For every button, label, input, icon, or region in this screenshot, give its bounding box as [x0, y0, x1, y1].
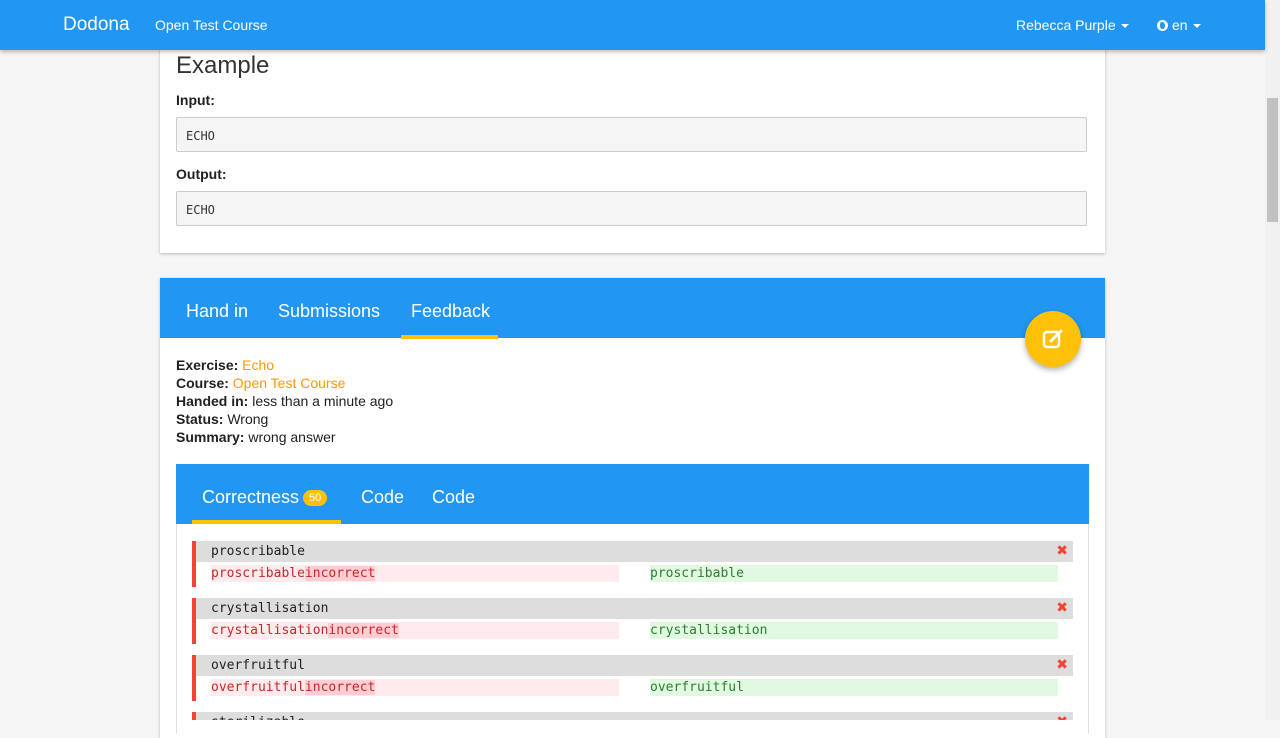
status-label: Status:: [176, 411, 224, 427]
language-menu[interactable]: en: [1157, 17, 1201, 33]
language-code: en: [1172, 17, 1188, 33]
example-output-block: ECHO: [176, 191, 1087, 226]
example-heading: Example: [176, 52, 270, 79]
summary-value: wrong answer: [248, 429, 336, 445]
info-exercise: Exercise: Echo: [176, 357, 274, 373]
testcase-input-text: overfruitful: [211, 658, 305, 673]
generated-output: overfruitfulincorrect: [211, 679, 619, 696]
testcase-input: proscribable ✖: [196, 541, 1073, 562]
generated-output: crystallisationincorrect: [211, 622, 619, 639]
generated-output: proscribableincorrect: [211, 565, 619, 582]
user-name: Rebecca Purple: [1016, 17, 1116, 33]
edit-icon: [1042, 329, 1063, 349]
input-label: Input:: [176, 92, 215, 108]
tab-correctness-label: Correctness: [202, 487, 300, 507]
nav-course-link[interactable]: Open Test Course: [155, 17, 268, 33]
diff-extra: incorrect: [304, 680, 376, 695]
course-label: Course:: [176, 375, 229, 391]
scrollbar-thumb[interactable]: [1267, 98, 1278, 222]
generated-text: proscribable: [211, 566, 305, 581]
testcase-input: sterilizable ✖: [196, 712, 1073, 720]
tab-submissions[interactable]: Submissions: [278, 301, 380, 322]
tab-feedback[interactable]: Feedback: [411, 301, 490, 322]
summary-label: Summary:: [176, 429, 245, 445]
tab-code-1[interactable]: Code: [361, 487, 404, 508]
testcase-input-text: proscribable: [211, 544, 305, 559]
exercise-link[interactable]: Echo: [242, 357, 274, 373]
wrong-icon: ✖: [1056, 600, 1068, 616]
testcase-input-text: crystallisation: [211, 601, 329, 616]
caret-down-icon: [1120, 24, 1129, 29]
diff-extra: incorrect: [328, 623, 399, 638]
edit-submission-button[interactable]: [1025, 311, 1081, 367]
example-input-block: ECHO: [176, 117, 1087, 152]
user-menu[interactable]: Rebecca Purple: [1016, 17, 1129, 33]
expected-output: proscribable: [650, 565, 1058, 582]
exercise-label: Exercise:: [176, 357, 239, 373]
wrong-icon: ✖: [1056, 714, 1068, 720]
generated-text: crystallisation: [211, 623, 329, 638]
active-tab-indicator: [401, 335, 498, 339]
diff-extra: incorrect: [304, 566, 376, 581]
expected-output: overfruitful: [650, 679, 1058, 696]
wrong-icon: ✖: [1056, 657, 1068, 673]
testcase-input: crystallisation ✖: [196, 598, 1073, 619]
handed-in-label: Handed in:: [176, 393, 249, 409]
info-course: Course: Open Test Course: [176, 375, 345, 391]
tab-correctness[interactable]: Correctness 50: [202, 487, 328, 508]
tab-hand-in[interactable]: Hand in: [186, 301, 248, 322]
testcase: sterilizable ✖: [192, 712, 1073, 720]
tab-code-2[interactable]: Code: [432, 487, 475, 508]
info-handed-in: Handed in: less than a minute ago: [176, 393, 393, 409]
top-navbar: Dodona Open Test Course Rebecca Purple e…: [0, 0, 1265, 50]
testcase-input: overfruitful ✖: [196, 655, 1073, 676]
globe-icon: [1157, 20, 1168, 31]
output-label: Output:: [176, 166, 227, 182]
testcase-input-text: sterilizable: [211, 715, 305, 720]
info-summary: Summary: wrong answer: [176, 429, 336, 445]
caret-down-icon: [1192, 24, 1201, 29]
info-status: Status: Wrong: [176, 411, 268, 427]
status-value: Wrong: [227, 411, 269, 427]
generated-text: overfruitful: [211, 680, 305, 695]
course-link[interactable]: Open Test Course: [233, 375, 346, 391]
wrong-icon: ✖: [1056, 543, 1068, 559]
brand-link[interactable]: Dodona: [63, 14, 130, 36]
expected-output: crystallisation: [650, 622, 1058, 639]
count-badge: 50: [303, 490, 328, 506]
handed-in-value: less than a minute ago: [252, 393, 394, 409]
